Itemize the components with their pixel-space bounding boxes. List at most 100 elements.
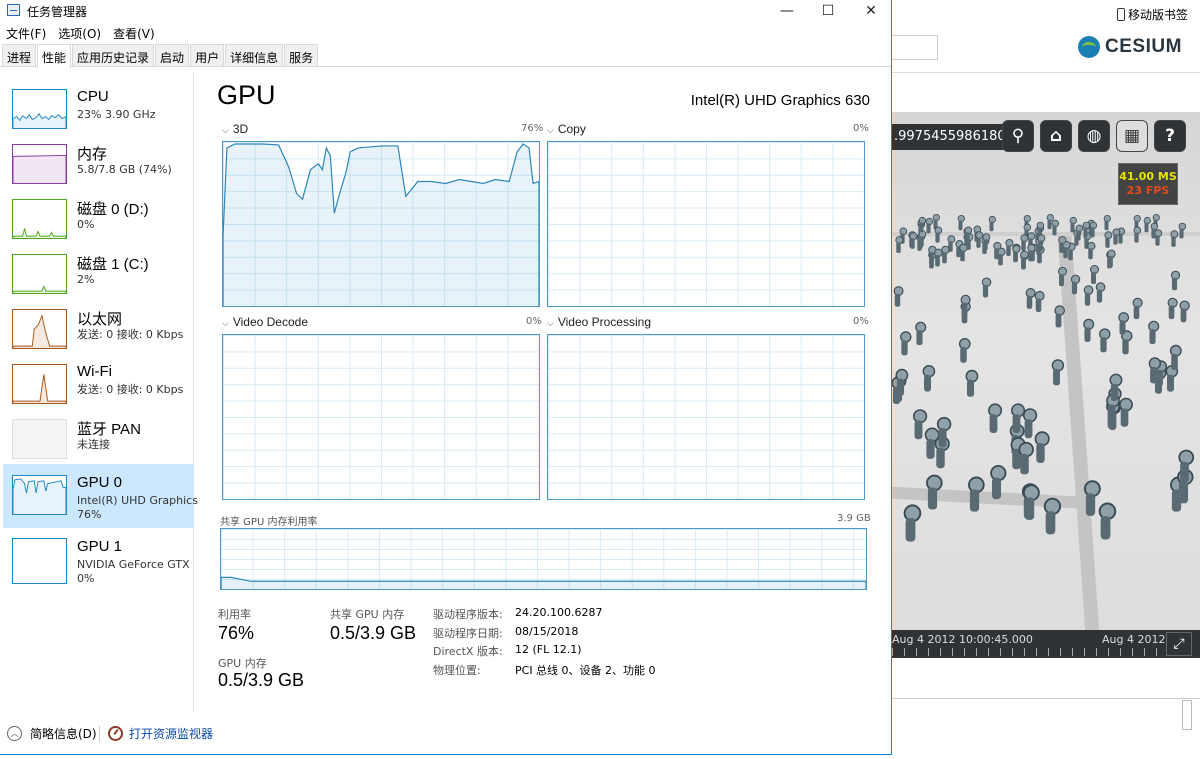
physical-location-value: PCI 总线 0、设备 2、功能 0 — [515, 664, 656, 677]
help-icon: ? — [1165, 126, 1175, 146]
menu-file[interactable]: 文件(F) — [0, 24, 52, 44]
crowd-figure — [1150, 222, 1159, 240]
base-layer-picker[interactable]: ▦ — [1116, 120, 1148, 152]
cesium-logo-text: CESIUM — [1105, 36, 1182, 57]
help-button[interactable]: ? — [1154, 120, 1186, 152]
close-icon: ✕ — [865, 3, 877, 19]
address-input[interactable] — [888, 35, 938, 60]
chevron-down-icon: ⌵ — [222, 125, 229, 135]
sidebar-item-detail: 5.8/7.8 GB (74%) — [77, 163, 172, 176]
engine-label: Video Decode — [232, 315, 308, 329]
crowd-figure — [986, 403, 1003, 434]
crowd-figure — [1178, 222, 1187, 240]
task-manager-icon — [7, 4, 20, 16]
maximize-icon: ☐ — [821, 3, 835, 19]
crowd-figure — [1106, 249, 1116, 269]
open-resource-monitor-link[interactable]: 打开资源监视器 — [108, 725, 213, 742]
search-button[interactable]: ⚲ — [1002, 120, 1034, 152]
sidebar-item-ethernet[interactable]: 以太网 发送: 0 接收: 0 Kbps — [3, 298, 194, 354]
crowd-figure — [1057, 236, 1067, 254]
crowd-figure — [894, 368, 909, 397]
gpu0-thumbnail — [12, 475, 67, 515]
engine-label: Video Processing — [557, 315, 651, 329]
sidebar-item-label: 磁盘 0 (D:) — [77, 201, 149, 218]
minimize-button[interactable]: — — [767, 0, 807, 22]
sidebar-item-disk1[interactable]: 磁盘 1 (C:) 2% — [3, 243, 194, 299]
tab-users[interactable]: 用户 — [190, 44, 225, 66]
sidebar-item-cpu[interactable]: CPU 23% 3.90 GHz — [3, 78, 194, 134]
perf-fps: 23 FPS — [1126, 184, 1170, 197]
menu-bar: 文件(F) 选项(O) 查看(V) — [0, 24, 161, 44]
utilization-label: 利用率 — [218, 608, 251, 621]
shared-memory-max: 3.9 GB — [837, 513, 871, 524]
sidebar-item-label: 磁盘 1 (C:) — [77, 256, 149, 273]
sidebar-item-wifi[interactable]: Wi-Fi 发送: 0 接收: 0 Kbps — [3, 353, 194, 409]
cesium-viewer[interactable]: .99754559861802 ⚲ ⌂ ◍ ▦ ? 41.00 MS 23 FP… — [892, 112, 1200, 658]
cesium-logo-icon — [1078, 36, 1100, 58]
shared-gpu-memory-label: 共享 GPU 内存 — [330, 608, 405, 621]
performance-display: 41.00 MS 23 FPS — [1118, 163, 1178, 205]
menu-options[interactable]: 选项(O) — [52, 24, 107, 44]
mobile-bookmarks-link[interactable]: 移动版书签 — [1116, 6, 1188, 23]
timeline[interactable]: Aug 4 2012 10:00:45.000 Aug 4 2012 ⤢ — [892, 630, 1200, 658]
engine-selector-video-decode[interactable]: ⌵ Video Decode — [222, 315, 308, 329]
search-icon: ⚲ — [1011, 126, 1025, 146]
sidebar-item-label: CPU — [77, 88, 109, 105]
scrollbar[interactable] — [1182, 700, 1192, 730]
crowd-figure — [909, 232, 918, 249]
coordinates-text: .99754559861802 — [894, 129, 1014, 144]
directx-version-label: DirectX 版本: — [433, 645, 503, 658]
memory-thumbnail — [12, 144, 67, 184]
crowd-figure — [1103, 215, 1111, 231]
gpu-memory-label: GPU 内存 — [218, 657, 267, 670]
menu-view[interactable]: 查看(V) — [107, 24, 161, 44]
sidebar-item-label: GPU 0 — [77, 474, 123, 491]
tab-services[interactable]: 服务 — [284, 44, 319, 66]
tab-app-history[interactable]: 应用历史记录 — [72, 44, 155, 66]
sidebar-item-label: 以太网 — [77, 311, 123, 328]
crowd-figure — [964, 226, 973, 244]
tab-startup[interactable]: 启动 — [155, 44, 190, 66]
crowd-figure — [934, 226, 943, 244]
tab-processes[interactable]: 进程 — [2, 44, 37, 66]
globe-icon: ◍ — [1086, 126, 1102, 146]
crowd-figure — [992, 241, 1002, 260]
disk0-thumbnail — [12, 199, 67, 239]
footer: ︿ 简略信息(D) 打开资源监视器 — [0, 718, 891, 748]
engine-selector-video-processing[interactable]: ⌵ Video Processing — [547, 315, 651, 329]
tab-performance[interactable]: 性能 — [37, 44, 72, 68]
coordinates-readout: .99754559861802 — [892, 124, 1014, 150]
cesium-logo: CESIUM — [1078, 36, 1182, 58]
crowd-figure — [1082, 318, 1095, 343]
graph-video-processing — [547, 334, 865, 500]
graph-video-decode — [222, 334, 540, 500]
crowd-figure — [899, 331, 912, 356]
sidebar-item-gpu1[interactable]: GPU 1 NVIDIA GeForce GTX 0% — [3, 528, 194, 592]
crowd-figure — [1097, 502, 1117, 542]
crowd-figure — [988, 465, 1007, 501]
title-bar[interactable]: 任务管理器 — ☐ ✕ — [0, 0, 891, 22]
sidebar-item-bluetooth[interactable]: 蓝牙 PAN 未连接 — [3, 408, 194, 464]
crowd-figure — [1108, 373, 1123, 403]
sidebar-item-memory[interactable]: 内存 5.8/7.8 GB (74%) — [3, 133, 194, 189]
crowd-figure — [1050, 359, 1065, 387]
sidebar-item-gpu0[interactable]: GPU 0 Intel(R) UHD Graphics 76% — [3, 464, 198, 528]
tab-bar: 进程 性能 应用历史记录 启动 用户 详细信息 服务 — [0, 44, 891, 68]
engine-selector-copy[interactable]: ⌵ Copy — [547, 122, 586, 136]
fewer-details-button[interactable]: ︿ 简略信息(D) — [7, 725, 97, 742]
crowd-figure — [1098, 328, 1111, 353]
sidebar-item-disk0[interactable]: 磁盘 0 (D:) 0% — [3, 188, 194, 244]
crowd-figure — [975, 231, 984, 248]
engine-selector-3d[interactable]: ⌵ 3D — [222, 122, 248, 136]
home-button[interactable]: ⌂ — [1040, 120, 1072, 152]
fullscreen-button[interactable]: ⤢ — [1166, 632, 1192, 656]
scene-mode-button[interactable]: ◍ — [1078, 120, 1110, 152]
crowd-figure — [1166, 297, 1178, 321]
open-resource-monitor-label: 打开资源监视器 — [129, 727, 214, 741]
ethernet-thumbnail — [12, 309, 67, 349]
close-button[interactable]: ✕ — [851, 0, 891, 22]
perf-ms: 41.00 MS — [1119, 170, 1177, 183]
crowd-figure — [1133, 226, 1142, 244]
tab-details[interactable]: 详细信息 — [225, 44, 284, 66]
maximize-button[interactable]: ☐ — [808, 0, 848, 22]
